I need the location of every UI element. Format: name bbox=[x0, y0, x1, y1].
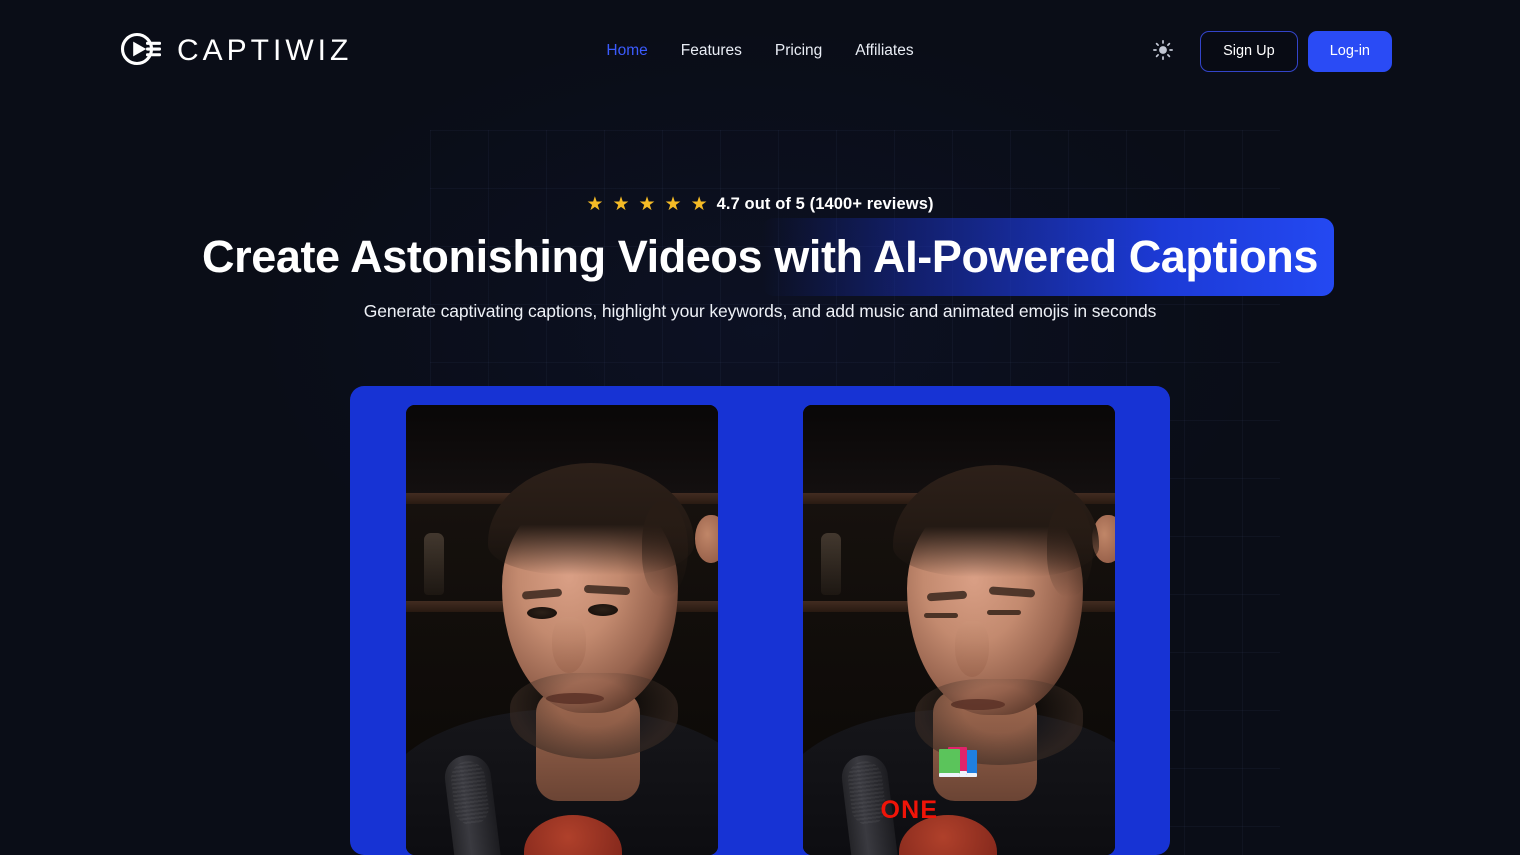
site-header: CAPTIWIZ Home Features Pricing Affiliate… bbox=[0, 0, 1520, 102]
star-rating: ★ ★ ★ ★ ★ bbox=[586, 195, 707, 214]
star-icon: ★ bbox=[586, 194, 604, 215]
brand-name: CAPTIWIZ bbox=[177, 34, 353, 67]
before-video[interactable]: Man being interviewed with podcast micro… bbox=[405, 405, 718, 855]
page-title: Create Astonishing Videos with AI-Powere… bbox=[202, 218, 1334, 297]
star-icon: ★ bbox=[664, 194, 682, 215]
login-button[interactable]: Log-in bbox=[1307, 30, 1392, 72]
after-video[interactable]: ONE Same interview clip with AI caption … bbox=[802, 405, 1115, 855]
star-icon: ★ bbox=[690, 194, 708, 215]
rating-text: 4.7 out of 5 (1400+ reviews) bbox=[716, 195, 934, 213]
star-icon: ★ bbox=[638, 194, 656, 215]
nav-item-home[interactable]: Home bbox=[606, 42, 647, 60]
theme-toggle-button[interactable] bbox=[1148, 36, 1178, 66]
header-actions: Sign Up Log-in bbox=[1148, 30, 1392, 72]
books-emoji bbox=[935, 744, 985, 788]
rating-block: ★ ★ ★ ★ ★ 4.7 out of 5 (1400+ reviews) bbox=[0, 195, 1520, 214]
sign-up-button[interactable]: Sign Up bbox=[1200, 30, 1298, 72]
hero-subtitle: Generate captivating captions, highlight… bbox=[363, 301, 1157, 322]
headline-plain-text: Create Astonishing Videos bbox=[202, 231, 775, 282]
nav-item-pricing[interactable]: Pricing bbox=[775, 42, 822, 60]
hero-section: ★ ★ ★ ★ ★ 4.7 out of 5 (1400+ reviews) C… bbox=[0, 102, 1520, 322]
nav-item-affiliates[interactable]: Affiliates bbox=[855, 42, 913, 60]
play-circle-captions-icon bbox=[120, 30, 166, 73]
sun-icon bbox=[1153, 39, 1174, 63]
caption-word: ONE bbox=[880, 796, 939, 824]
star-icon: ★ bbox=[612, 194, 630, 215]
brand-logo[interactable]: CAPTIWIZ bbox=[120, 30, 352, 73]
before-video-frame bbox=[405, 405, 718, 855]
headline-highlighted-text: with AI-Powered Captions bbox=[762, 218, 1334, 297]
nav-item-features[interactable]: Features bbox=[681, 42, 742, 60]
video-showcase: Man being interviewed with podcast micro… bbox=[350, 386, 1170, 855]
